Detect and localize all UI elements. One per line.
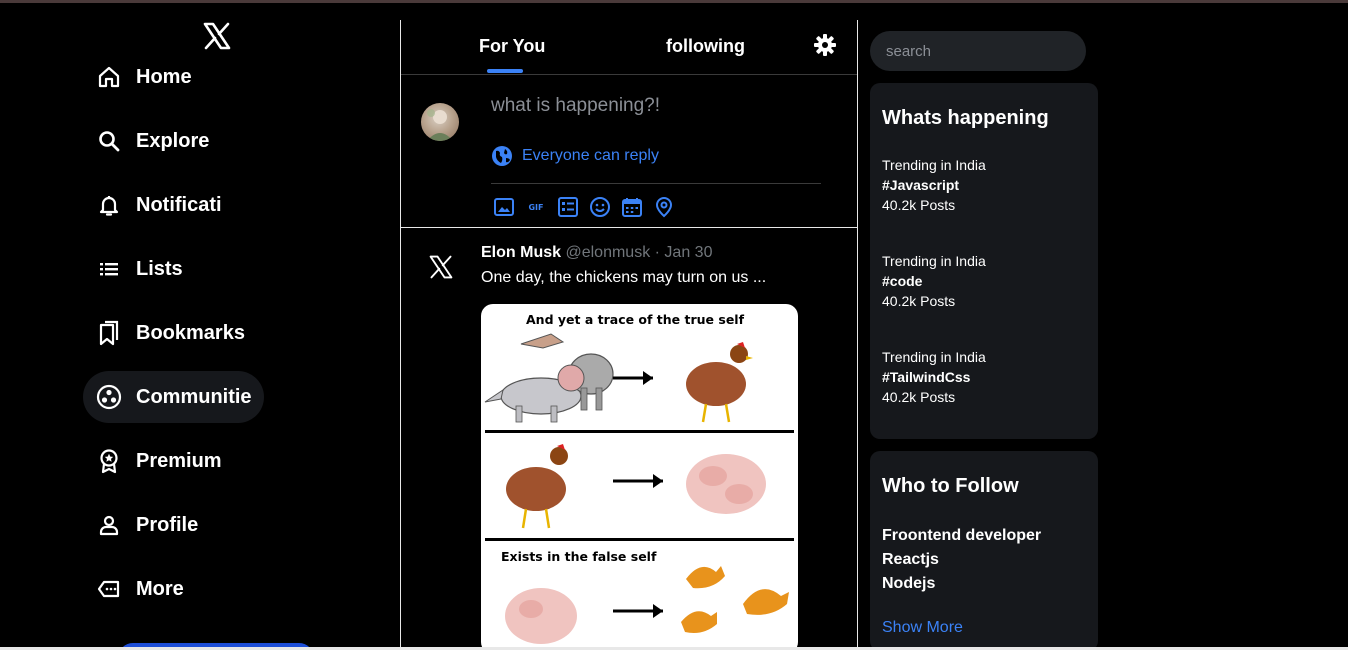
- trending-title: Whats happening: [882, 107, 1049, 129]
- bell-icon: [96, 192, 122, 218]
- feed: For You following what is happening?! Ev…: [401, 3, 857, 650]
- trend-post-count: 40.2k Posts: [882, 293, 956, 309]
- trend-item[interactable]: Trending in India #TailwindCss 40.2k Pos…: [882, 347, 986, 407]
- trend-context: Trending in India: [882, 157, 986, 173]
- tweet-author-name[interactable]: Elon Musk: [481, 244, 561, 261]
- sidebar-item-label: Premium: [136, 449, 222, 472]
- sidebar-item-communities[interactable]: Communitie: [83, 371, 264, 423]
- sidebar-item-label: Notificati: [136, 193, 222, 216]
- trend-context: Trending in India: [882, 349, 986, 365]
- trending-card: Whats happening Trending in India #Javas…: [870, 83, 1098, 439]
- x-logo-icon[interactable]: [428, 254, 454, 280]
- emoji-icon[interactable]: [588, 195, 612, 219]
- compose-input[interactable]: what is happening?!: [491, 95, 660, 117]
- svg-text:GIF: GIF: [528, 203, 543, 212]
- sidebar-item-notifications[interactable]: Notificati: [83, 179, 264, 231]
- poll-icon[interactable]: [556, 195, 580, 219]
- sidebar: Home Explore Notificati Lists Bookmarks …: [0, 3, 400, 650]
- right-sidebar: Whats happening Trending in India #Javas…: [858, 3, 1348, 650]
- image-icon[interactable]: [492, 195, 516, 219]
- sidebar-item-label: Explore: [136, 129, 210, 152]
- sidebar-item-home[interactable]: Home: [83, 51, 264, 103]
- trend-context: Trending in India: [882, 253, 986, 269]
- sidebar-item-profile[interactable]: Profile: [83, 499, 264, 551]
- sidebar-item-label: Communitie: [136, 385, 252, 408]
- tweet-image[interactable]: And yet a trace of the true self Exists …: [481, 304, 798, 650]
- meme-caption-bottom: Exists in the false self: [501, 549, 657, 564]
- bookmark-icon: [96, 320, 122, 346]
- tweet-header: Elon Musk @elonmusk · Jan 30: [481, 244, 712, 262]
- communities-icon: [96, 384, 122, 410]
- trend-post-count: 40.2k Posts: [882, 389, 956, 405]
- calendar-icon[interactable]: [620, 195, 644, 219]
- home-icon: [96, 64, 122, 90]
- globe-icon: [492, 146, 512, 166]
- tweet[interactable]: Elon Musk @elonmusk · Jan 30 One day, th…: [401, 229, 857, 650]
- trend-tag: #code: [882, 273, 923, 289]
- profile-icon: [96, 512, 122, 538]
- tweet-composer: what is happening?! Everyone can reply G…: [401, 75, 857, 228]
- sidebar-item-more[interactable]: More: [83, 563, 264, 615]
- tab-for-you[interactable]: For You: [479, 36, 545, 57]
- meme-illustration: [484, 333, 794, 644]
- avatar[interactable]: [421, 103, 459, 141]
- sidebar-item-label: More: [136, 577, 184, 600]
- x-logo-icon[interactable]: [202, 21, 232, 51]
- sidebar-item-premium[interactable]: Premium: [83, 435, 264, 487]
- trend-item[interactable]: Trending in India #Javascript 40.2k Post…: [882, 155, 986, 215]
- follow-suggestion[interactable]: Froontend developer: [882, 527, 1041, 545]
- tweet-separator: ·: [654, 244, 660, 261]
- location-icon[interactable]: [652, 195, 676, 219]
- search-input[interactable]: [870, 31, 1086, 71]
- search-icon: [96, 128, 122, 154]
- more-icon: [96, 576, 122, 602]
- trend-tag: #TailwindCss: [882, 369, 971, 385]
- follow-suggestion[interactable]: Reactjs: [882, 551, 939, 569]
- composer-divider: [491, 183, 821, 184]
- list-icon: [96, 256, 122, 282]
- follow-suggestion[interactable]: Nodejs: [882, 575, 935, 593]
- feed-tabs: For You following: [401, 3, 857, 75]
- sidebar-item-lists[interactable]: Lists: [83, 243, 264, 295]
- tweet-date[interactable]: Jan 30: [664, 244, 712, 261]
- gear-icon[interactable]: [813, 33, 837, 57]
- trend-post-count: 40.2k Posts: [882, 197, 956, 213]
- active-tab-indicator: [487, 69, 523, 73]
- sidebar-item-label: Lists: [136, 257, 183, 280]
- sidebar-item-label: Home: [136, 65, 192, 88]
- who-to-follow-title: Who to Follow: [882, 475, 1019, 497]
- trend-tag: #Javascript: [882, 177, 960, 193]
- tweet-handle[interactable]: @elonmusk: [565, 244, 650, 261]
- who-to-follow-card: Who to Follow Froontend developer Reactj…: [870, 451, 1098, 650]
- gif-icon[interactable]: GIF: [524, 195, 548, 219]
- tweet-text: One day, the chickens may turn on us ...: [481, 269, 767, 286]
- tab-following[interactable]: following: [666, 36, 745, 57]
- composer-toolbar: GIF: [492, 195, 676, 219]
- sidebar-item-label: Profile: [136, 513, 199, 536]
- premium-icon: [96, 448, 122, 474]
- reply-setting-button[interactable]: Everyone can reply: [491, 145, 659, 167]
- trend-item[interactable]: Trending in India #code 40.2k Posts: [882, 251, 986, 311]
- reply-setting-label: Everyone can reply: [522, 147, 659, 164]
- sidebar-item-label: Bookmarks: [136, 321, 245, 344]
- show-more-link[interactable]: Show More: [882, 619, 963, 637]
- sidebar-item-explore[interactable]: Explore: [83, 115, 264, 167]
- sidebar-item-bookmarks[interactable]: Bookmarks: [83, 307, 264, 359]
